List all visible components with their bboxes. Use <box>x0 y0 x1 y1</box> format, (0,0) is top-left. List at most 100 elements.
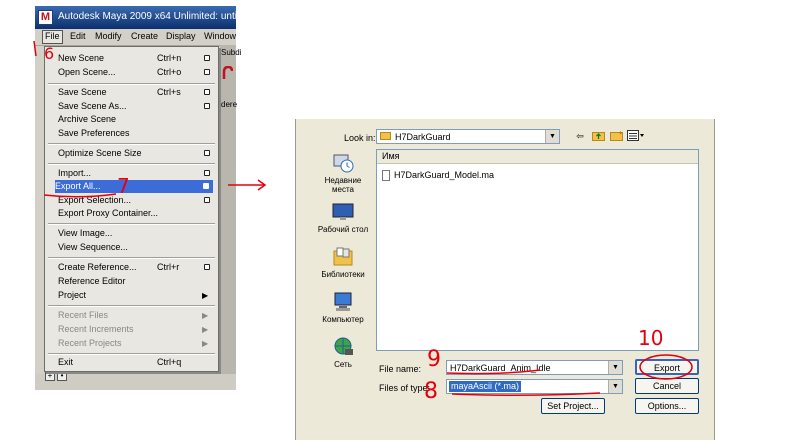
snap-toggle-icon[interactable]: • <box>57 371 67 381</box>
submenu-arrow-icon: ▶ <box>202 325 209 334</box>
menu-item-label: Create Reference... <box>58 262 137 272</box>
option-box-icon[interactable] <box>204 69 210 75</box>
column-header[interactable]: Имя <box>377 150 698 164</box>
up-folder-icon[interactable] <box>591 130 605 142</box>
menu-item-project[interactable]: Project ▶ <box>58 289 214 302</box>
set-project-button[interactable]: Set Project... <box>541 398 605 414</box>
option-box-icon[interactable] <box>204 150 210 156</box>
menu-item-label: Reference Editor <box>58 276 126 286</box>
option-box-icon[interactable] <box>204 264 210 270</box>
file-list[interactable]: Имя H7DarkGuard_Model.ma <box>376 149 699 351</box>
menu-item-view-image[interactable]: View Image... <box>58 227 214 240</box>
place-computer[interactable]: Компьютер <box>316 292 370 324</box>
place-label: Библиотеки <box>321 270 365 279</box>
menu-item-new-scene[interactable]: New Scene Ctrl+n <box>58 52 214 65</box>
menu-item-archive-scene[interactable]: Archive Scene <box>58 113 214 126</box>
file-name-input[interactable]: H7DarkGuard_Anim_Idle ▼ <box>446 360 623 375</box>
option-box-icon[interactable] <box>204 89 210 95</box>
look-in-value: H7DarkGuard <box>395 132 451 142</box>
place-label: Рабочий стол <box>317 225 369 234</box>
menu-separator <box>48 257 215 259</box>
menu-edit[interactable]: Edit <box>70 31 86 41</box>
menu-item-recent-increments: Recent Increments ▶ <box>58 323 214 336</box>
place-desktop[interactable]: Рабочий стол <box>316 202 370 234</box>
place-network[interactable]: Сеть <box>316 337 370 369</box>
chevron-down-icon[interactable]: ▼ <box>608 380 622 393</box>
menu-item-label: View Sequence... <box>58 242 128 252</box>
annotation-step-8: 8 <box>424 379 438 404</box>
options-button[interactable]: Options... <box>635 398 699 414</box>
chevron-down-icon[interactable]: ▼ <box>608 361 622 374</box>
menu-item-optimize-scene-size[interactable]: Optimize Scene Size <box>58 147 214 160</box>
back-icon[interactable]: ⇦ <box>573 130 587 142</box>
option-box-icon[interactable] <box>203 183 209 189</box>
menu-item-save-preferences[interactable]: Save Preferences <box>58 127 214 140</box>
menu-item-exit[interactable]: Exit Ctrl+q <box>58 356 214 369</box>
menu-item-label: Save Scene <box>58 87 107 97</box>
menu-item-create-reference[interactable]: Create Reference... Ctrl+r <box>58 261 214 274</box>
menu-item-save-scene[interactable]: Save Scene Ctrl+s <box>58 86 214 99</box>
submenu-arrow-icon: ▶ <box>202 339 209 348</box>
menu-item-label: Export All... <box>55 181 101 191</box>
menu-item-label: Project <box>58 290 87 300</box>
menu-item-import[interactable]: Import... <box>58 167 214 180</box>
grid-toggle-icon[interactable]: + <box>45 371 55 381</box>
cancel-button[interactable]: Cancel <box>635 378 699 394</box>
export-dialog: Look in: H7DarkGuard ▼ ⇦ ✦ Недавние мест… <box>295 119 715 440</box>
menu-modify[interactable]: Modify <box>95 31 122 41</box>
menu-separator <box>48 305 215 307</box>
menu-bar: File Edit Modify Create Display Window <box>35 29 236 46</box>
look-in-label: Look in: <box>344 133 376 143</box>
annotation-step-6: 6 <box>44 44 55 63</box>
annotation-step-7: 7 <box>117 174 130 198</box>
menu-item-save-scene-as[interactable]: Save Scene As... <box>58 100 214 113</box>
menu-window[interactable]: Window <box>204 31 236 41</box>
look-in-dropdown[interactable]: H7DarkGuard ▼ <box>376 129 560 144</box>
place-recent[interactable]: Недавние места <box>316 153 370 194</box>
menu-item-view-sequence[interactable]: View Sequence... <box>58 241 214 254</box>
background-viewport <box>220 45 236 390</box>
menu-display[interactable]: Display <box>166 31 196 41</box>
option-box-icon[interactable] <box>204 55 210 61</box>
option-box-icon[interactable] <box>204 197 210 203</box>
submenu-arrow-icon: ▶ <box>202 291 209 300</box>
svg-text:✦: ✦ <box>618 130 623 137</box>
menu-item-label: Optimize Scene Size <box>58 148 142 158</box>
menu-item-recent-files: Recent Files ▶ <box>58 309 214 322</box>
place-label: Недавние места <box>324 176 362 194</box>
menu-separator <box>48 143 215 145</box>
file-name-text: H7DarkGuard_Model.ma <box>394 170 495 180</box>
menu-item-recent-projects: Recent Projects ▶ <box>58 337 214 350</box>
menu-item-export-selection[interactable]: Export Selection... <box>58 194 214 207</box>
export-button[interactable]: Export <box>635 359 699 375</box>
files-of-type-label: Files of type: <box>379 383 431 393</box>
annotation-step-9: 9 <box>427 347 441 372</box>
shelf-curve-icon <box>222 66 233 79</box>
option-box-icon[interactable] <box>204 103 210 109</box>
menu-item-open-scene[interactable]: Open Scene... Ctrl+o <box>58 66 214 79</box>
computer-icon <box>332 292 354 312</box>
window-title: Autodesk Maya 2009 x64 Unlimited: untitl… <box>58 11 254 22</box>
menu-item-label: Recent Increments <box>58 324 134 334</box>
files-of-type-value: mayaAscii (*.ma) <box>449 381 522 392</box>
menu-item-export-proxy-container[interactable]: Export Proxy Container... <box>58 207 214 220</box>
arrow-right-icon <box>228 179 267 191</box>
place-libraries[interactable]: Библиотеки <box>316 247 370 279</box>
option-box-icon[interactable] <box>204 170 210 176</box>
shelf-tab-fragment: Subdi <box>221 48 242 57</box>
menu-item-export-all[interactable]: Export All... <box>55 180 213 193</box>
files-of-type-select[interactable]: mayaAscii (*.ma) ▼ <box>446 379 623 394</box>
network-icon <box>332 337 354 357</box>
menu-item-shortcut: Ctrl+r <box>157 262 180 272</box>
recent-places-icon <box>332 153 354 173</box>
menu-create[interactable]: Create <box>131 31 158 41</box>
file-name-value: H7DarkGuard_Anim_Idle <box>450 363 551 373</box>
new-folder-icon[interactable]: ✦ <box>609 130 623 142</box>
chevron-down-icon[interactable]: ▼ <box>545 130 559 143</box>
menu-item-reference-editor[interactable]: Reference Editor <box>58 275 214 288</box>
menu-item-label: Recent Files <box>58 310 109 320</box>
view-menu-icon[interactable] <box>627 130 645 142</box>
menu-file[interactable]: File <box>42 30 63 44</box>
folder-icon <box>380 132 391 140</box>
submenu-arrow-icon: ▶ <box>202 311 209 320</box>
